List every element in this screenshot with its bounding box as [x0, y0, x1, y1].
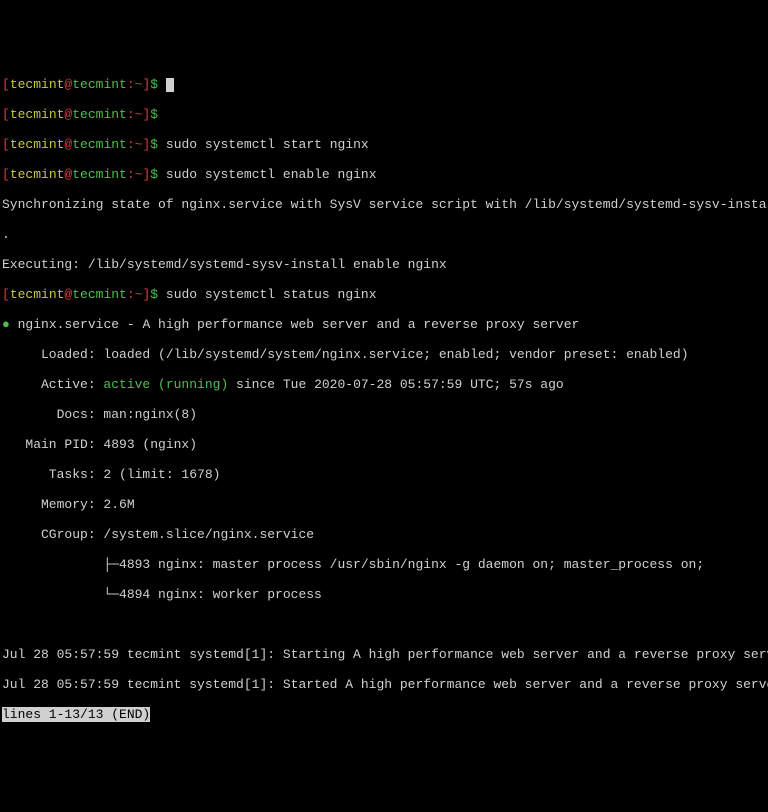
status-loaded-line: Loaded: loaded (/lib/systemd/system/ngin…	[2, 347, 768, 362]
status-pid-line: Main PID: 4893 (nginx)	[2, 437, 768, 452]
status-title-line: ● nginx.service - A high performance web…	[2, 317, 768, 332]
docs-value: man:nginx(8)	[103, 407, 197, 422]
memory-label: Memory:	[2, 497, 103, 512]
pid-label: Main PID:	[2, 437, 103, 452]
cgroup-tree-2: └─4894 nginx: worker process	[2, 587, 768, 602]
cgroup-label: CGroup:	[2, 527, 103, 542]
bullet-icon: ●	[2, 317, 10, 332]
cgroup-value: /system.slice/nginx.service	[103, 527, 314, 542]
active-since: since Tue 2020-07-28 05:57:59 UTC; 57s a…	[228, 377, 563, 392]
prompt-user: tecmint	[10, 77, 65, 92]
output-sync: Synchronizing state of nginx.service wit…	[2, 197, 768, 212]
cursor-icon	[166, 78, 174, 92]
command-text: sudo systemctl start nginx	[166, 137, 369, 152]
active-state: active (running)	[103, 377, 228, 392]
prompt-line-3: [tecmint@tecmint:~]$ sudo systemctl star…	[2, 137, 768, 152]
prompt-host: tecmint	[72, 77, 127, 92]
prompt-lbrk: [	[2, 77, 10, 92]
prompt-path: :~	[127, 77, 143, 92]
status-title: nginx.service - A high performance web s…	[18, 317, 580, 332]
cgroup-tree-1: ├─4893 nginx: master process /usr/sbin/n…	[2, 557, 768, 572]
status-memory-line: Memory: 2.6M	[2, 497, 768, 512]
prompt-line-2: [tecmint@tecmint:~]$	[2, 107, 768, 122]
output-sync-dot: .	[2, 227, 768, 242]
status-docs-line: Docs: man:nginx(8)	[2, 407, 768, 422]
prompt-line-5: [tecmint@tecmint:~]$ sudo systemctl stat…	[2, 287, 768, 302]
pid-value: 4893 (nginx)	[103, 437, 197, 452]
prompt-sep: $	[150, 77, 158, 92]
tasks-label: Tasks:	[2, 467, 103, 482]
command-text: sudo systemctl enable nginx	[166, 167, 377, 182]
blank-line	[2, 617, 768, 632]
memory-value: 2.6M	[103, 497, 134, 512]
output-exec: Executing: /lib/systemd/systemd-sysv-ins…	[2, 257, 768, 272]
status-active-line: Active: active (running) since Tue 2020-…	[2, 377, 768, 392]
pager-end: lines 1-13/13 (END)	[2, 707, 150, 722]
prompt-line-4: [tecmint@tecmint:~]$ sudo systemctl enab…	[2, 167, 768, 182]
loaded-label: Loaded:	[2, 347, 103, 362]
log-line-1: Jul 28 05:57:59 tecmint systemd[1]: Star…	[2, 647, 768, 662]
pager-status-line: lines 1-13/13 (END)	[2, 707, 768, 722]
tasks-value: 2 (limit: 1678)	[103, 467, 220, 482]
prompt-line-1: [tecmint@tecmint:~]$	[2, 77, 768, 92]
active-label: Active:	[2, 377, 103, 392]
status-tasks-line: Tasks: 2 (limit: 1678)	[2, 467, 768, 482]
command-text: sudo systemctl status nginx	[166, 287, 377, 302]
status-cgroup-line: CGroup: /system.slice/nginx.service	[2, 527, 768, 542]
docs-label: Docs:	[2, 407, 103, 422]
loaded-value: loaded (/lib/systemd/system/nginx.servic…	[103, 347, 688, 362]
log-line-2: Jul 28 05:57:59 tecmint systemd[1]: Star…	[2, 677, 768, 692]
terminal-pane[interactable]: [tecmint@tecmint:~]$ [tecmint@tecmint:~]…	[0, 60, 768, 737]
